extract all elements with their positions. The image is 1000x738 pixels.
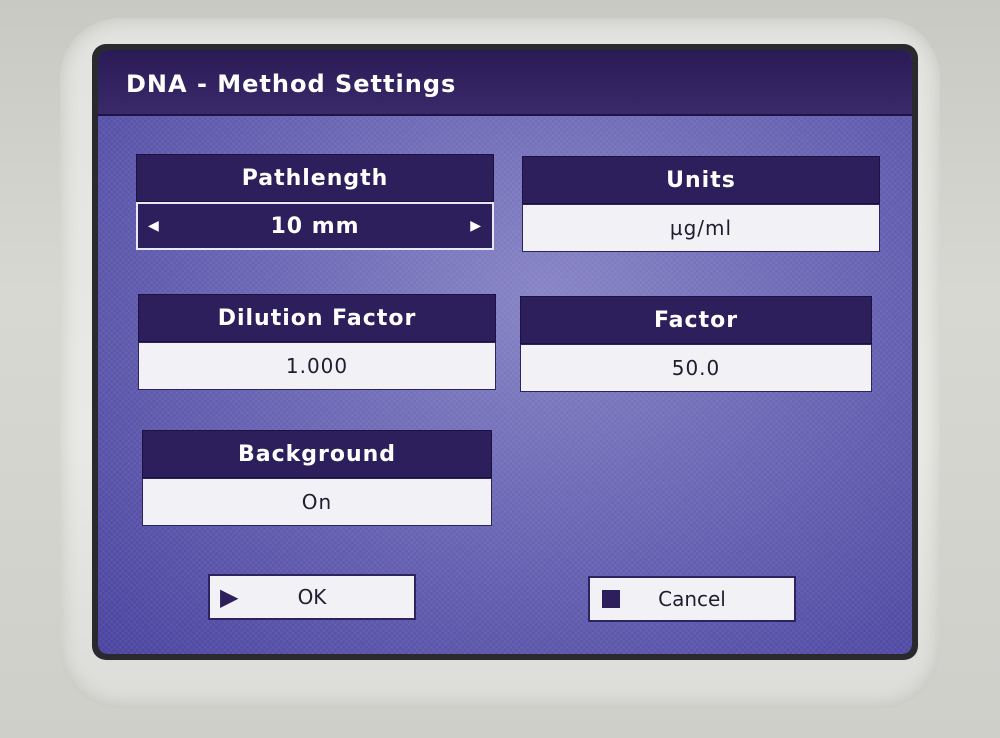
arrow-right-icon[interactable]: ▶ [470, 219, 482, 233]
pathlength-value: 10 mm [270, 213, 360, 239]
units-value[interactable]: µg/ml [522, 204, 880, 252]
background-field[interactable]: Background On [142, 430, 492, 526]
dilution-factor-value[interactable]: 1.000 [138, 342, 496, 390]
background-label: Background [142, 430, 492, 478]
cancel-button-label: Cancel [658, 587, 726, 611]
page-title: DNA - Method Settings [126, 70, 457, 98]
ok-button-label: OK [297, 585, 327, 609]
pathlength-field[interactable]: Pathlength ◀ 10 mm ▶ [136, 154, 494, 250]
pathlength-label: Pathlength [136, 154, 494, 202]
play-icon: ▶ [220, 583, 239, 611]
pathlength-selector[interactable]: ◀ 10 mm ▶ [136, 202, 494, 250]
background-value[interactable]: On [142, 478, 492, 526]
ok-button[interactable]: ▶ OK [208, 574, 416, 620]
dilution-factor-field[interactable]: Dilution Factor 1.000 [138, 294, 496, 390]
arrow-left-icon[interactable]: ◀ [148, 219, 160, 233]
units-label: Units [522, 156, 880, 204]
factor-field[interactable]: Factor 50.0 [520, 296, 872, 392]
units-field[interactable]: Units µg/ml [522, 156, 880, 252]
device-screen: DNA - Method Settings Pathlength ◀ 10 mm… [98, 50, 912, 654]
factor-label: Factor [520, 296, 872, 344]
stop-icon [602, 590, 620, 608]
dilution-factor-label: Dilution Factor [138, 294, 496, 342]
title-bar: DNA - Method Settings [98, 50, 912, 116]
cancel-button[interactable]: Cancel [588, 576, 796, 622]
factor-value[interactable]: 50.0 [520, 344, 872, 392]
